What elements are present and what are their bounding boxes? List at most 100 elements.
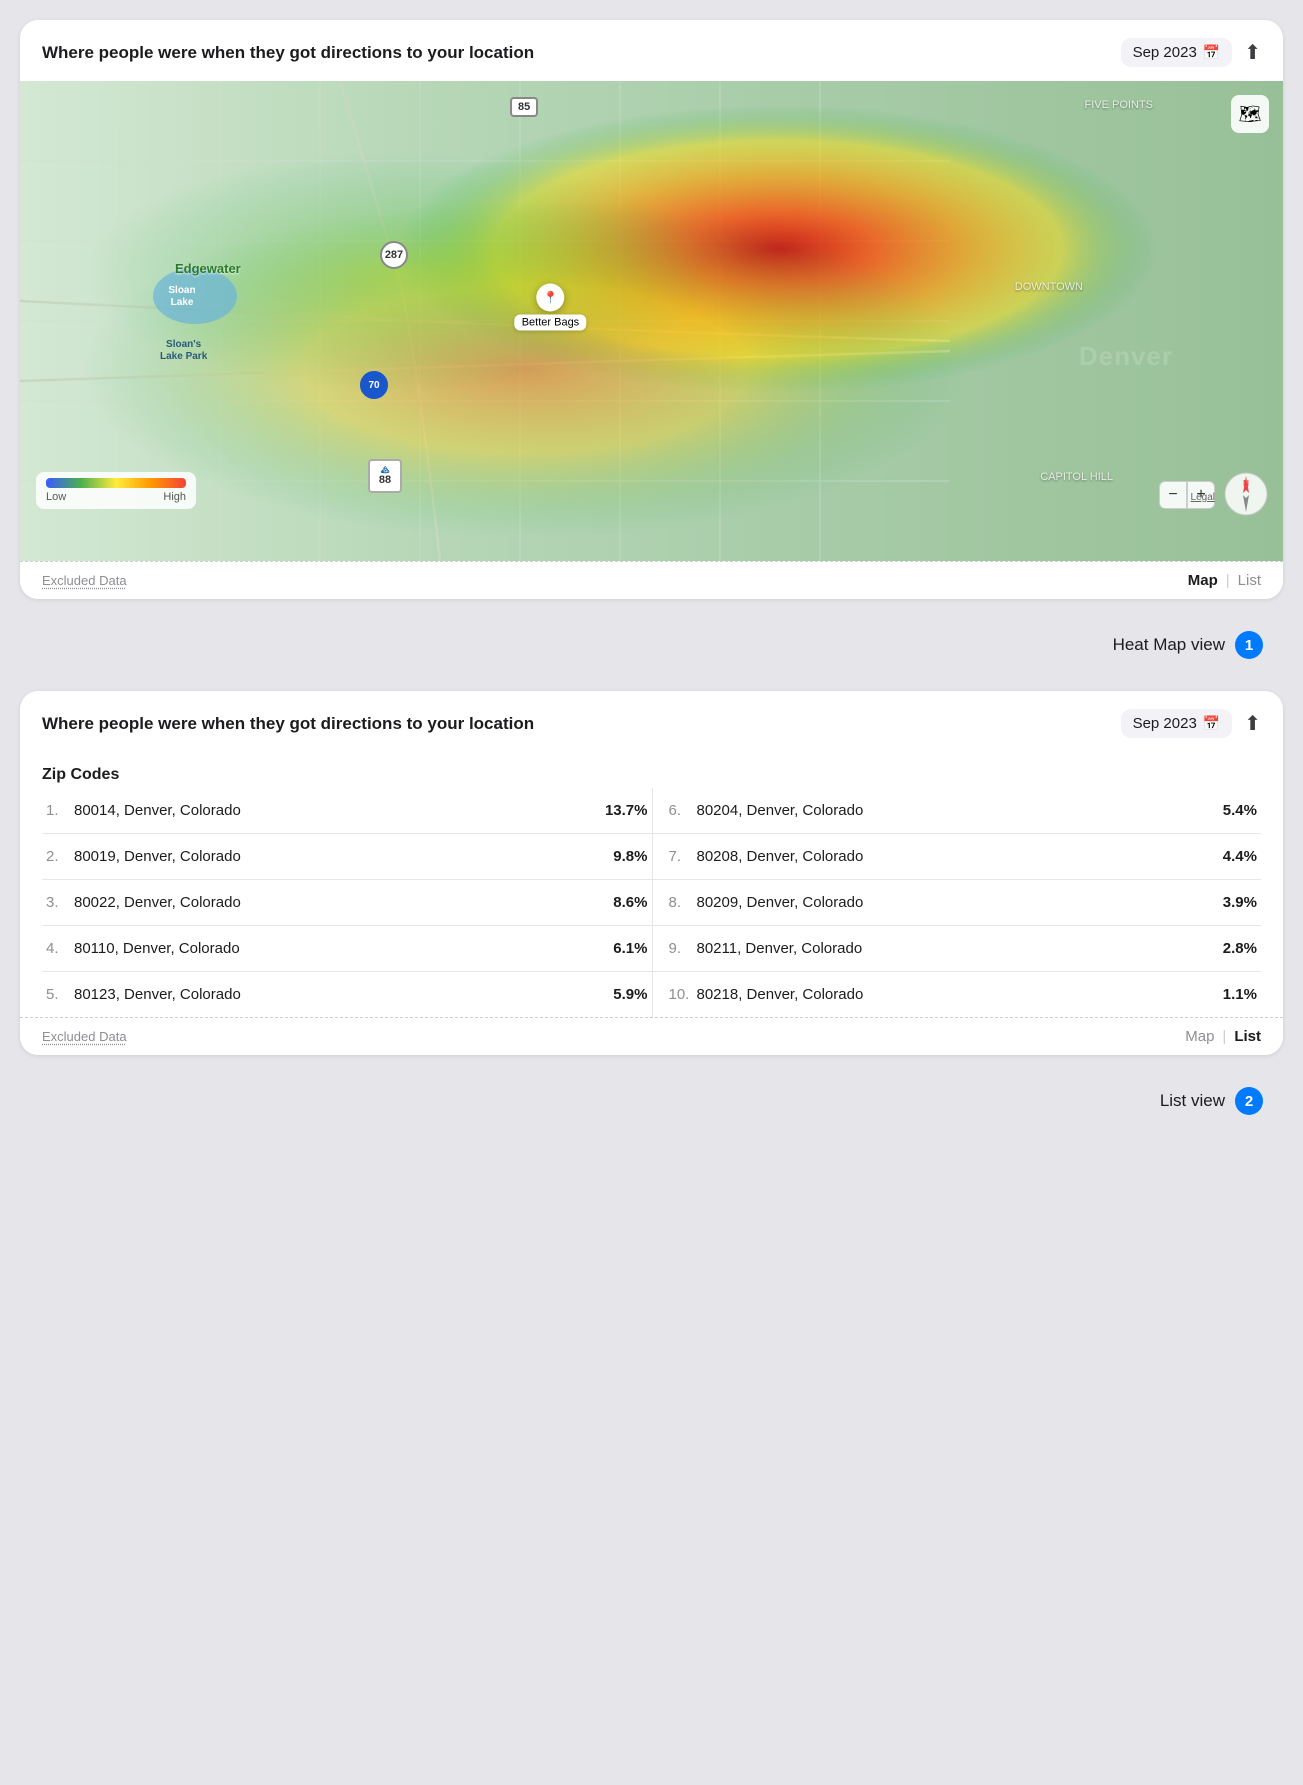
zip-pct: 1.1%	[1223, 986, 1257, 1003]
zip-cell-left: 2. 80019, Denver, Colorado 9.8%	[42, 834, 652, 879]
export-button[interactable]: ⬆	[1244, 40, 1261, 65]
zip-rank: 9.	[669, 940, 697, 957]
date-picker[interactable]: Sep 2023 📅	[1121, 38, 1233, 67]
pin-circle: 📍	[536, 283, 564, 311]
excluded-data-bottom[interactable]: Excluded Data	[42, 1029, 127, 1044]
location-pin: 📍 Better Bags	[515, 283, 586, 330]
zip-name: 80110, Denver, Colorado	[74, 940, 605, 957]
map-svg: Sloan Lake	[20, 81, 1283, 561]
zip-pct: 4.4%	[1223, 848, 1257, 865]
sloan-lake-park-label: Sloan'sLake Park	[160, 339, 207, 363]
highway-70-shield: 70	[360, 371, 388, 399]
top-card-header: Where people were when they got directio…	[20, 20, 1283, 81]
zip-rank: 3.	[46, 894, 74, 911]
table-row: 5. 80123, Denver, Colorado 5.9% 10. 8021…	[42, 972, 1261, 1017]
zip-table: 1. 80014, Denver, Colorado 13.7% 6. 8020…	[42, 788, 1261, 1017]
zip-rank: 6.	[669, 802, 697, 819]
zip-pct: 9.8%	[613, 848, 647, 865]
bottom-card-header: Where people were when they got directio…	[20, 691, 1283, 752]
top-card-header-right: Sep 2023 📅 ⬆	[1121, 38, 1261, 67]
heatmap-legend: Low High	[36, 472, 196, 509]
five-points-label: FIVE POINTS	[1085, 99, 1153, 111]
highway-287-shield: 287	[380, 241, 408, 269]
calendar-icon-bottom: 📅	[1203, 715, 1220, 732]
zip-cell-right: 6. 80204, Denver, Colorado 5.4%	[652, 788, 1262, 833]
legend-low-label: Low	[46, 491, 66, 503]
zip-cell-right: 10. 80218, Denver, Colorado 1.1%	[652, 972, 1262, 1017]
zip-pct: 2.8%	[1223, 940, 1257, 957]
svg-text:N: N	[1243, 479, 1249, 488]
zip-pct: 5.4%	[1223, 802, 1257, 819]
zip-pct: 13.7%	[605, 802, 648, 819]
legend-high-label: High	[163, 491, 186, 503]
zip-cell-left: 3. 80022, Denver, Colorado 8.6%	[42, 880, 652, 925]
excluded-data-top[interactable]: Excluded Data	[42, 573, 127, 588]
map-view-button-top[interactable]: Map	[1188, 572, 1218, 589]
callout-heatmap: Heat Map view 1	[20, 623, 1283, 667]
legend-gradient-bar	[46, 478, 186, 488]
zip-pct: 3.9%	[1223, 894, 1257, 911]
zip-rank: 4.	[46, 940, 74, 957]
list-view-button-bottom[interactable]: List	[1234, 1028, 1261, 1045]
callout-list-text: List view	[1160, 1091, 1225, 1111]
heat-map[interactable]: Sloan Lake Denver FIVE POINTS DOWNTOWN C…	[20, 81, 1283, 561]
zip-rank: 8.	[669, 894, 697, 911]
zip-cell-left: 4. 80110, Denver, Colorado 6.1%	[42, 926, 652, 971]
zip-cell-right: 7. 80208, Denver, Colorado 4.4%	[652, 834, 1262, 879]
date-label: Sep 2023	[1133, 44, 1197, 61]
view-toggle-bottom: Map | List	[1185, 1028, 1261, 1045]
legal-link[interactable]: Legal	[1191, 492, 1215, 503]
zip-codes-header: Zip Codes	[42, 766, 1261, 784]
zip-cell-left: 5. 80123, Denver, Colorado 5.9%	[42, 972, 652, 1017]
zip-name: 80014, Denver, Colorado	[74, 802, 597, 819]
zip-rank: 7.	[669, 848, 697, 865]
callout-list-badge: 2	[1235, 1087, 1263, 1115]
zip-cell-left: 1. 80014, Denver, Colorado 13.7%	[42, 788, 652, 833]
bottom-card-footer: Excluded Data Map | List	[20, 1017, 1283, 1055]
edgewater-label: Edgewater	[175, 261, 241, 276]
callout-heatmap-badge: 1	[1235, 631, 1263, 659]
zip-codes-section: Zip Codes 1. 80014, Denver, Colorado 13.…	[20, 752, 1283, 1017]
table-row: 4. 80110, Denver, Colorado 6.1% 9. 80211…	[42, 926, 1261, 972]
map-type-button[interactable]: 🗺	[1231, 95, 1269, 133]
table-row: 2. 80019, Denver, Colorado 9.8% 7. 80208…	[42, 834, 1261, 880]
business-name-label: Better Bags	[515, 314, 586, 330]
zip-cell-right: 8. 80209, Denver, Colorado 3.9%	[652, 880, 1262, 925]
table-row: 1. 80014, Denver, Colorado 13.7% 6. 8020…	[42, 788, 1261, 834]
callout-heatmap-text: Heat Map view	[1113, 635, 1225, 655]
zip-name: 80123, Denver, Colorado	[74, 986, 605, 1003]
denver-label: Denver	[1079, 341, 1173, 372]
bottom-card-title: Where people were when they got directio…	[42, 714, 534, 734]
zip-name: 80019, Denver, Colorado	[74, 848, 605, 865]
zip-rank: 1.	[46, 802, 74, 819]
zip-name: 80218, Denver, Colorado	[697, 986, 1215, 1003]
callout-list: List view 2	[20, 1079, 1283, 1123]
compass: N	[1223, 471, 1269, 517]
zip-rank: 10.	[669, 986, 697, 1003]
top-card-footer: Excluded Data Map | List	[20, 561, 1283, 599]
bottom-card-header-right: Sep 2023 📅 ⬆	[1121, 709, 1261, 738]
date-label-bottom: Sep 2023	[1133, 715, 1197, 732]
zip-rank: 2.	[46, 848, 74, 865]
date-picker-bottom[interactable]: Sep 2023 📅	[1121, 709, 1233, 738]
top-card: Where people were when they got directio…	[20, 20, 1283, 599]
zip-rank: 5.	[46, 986, 74, 1003]
zip-name: 80204, Denver, Colorado	[697, 802, 1215, 819]
export-button-bottom[interactable]: ⬆	[1244, 711, 1261, 736]
calendar-icon: 📅	[1203, 44, 1220, 61]
zip-name: 80209, Denver, Colorado	[697, 894, 1215, 911]
svg-text:Lake: Lake	[171, 297, 194, 308]
zip-pct: 6.1%	[613, 940, 647, 957]
legend-labels: Low High	[46, 491, 186, 503]
list-view-button-top[interactable]: List	[1238, 572, 1261, 589]
view-toggle-top: Map | List	[1188, 572, 1261, 589]
top-card-title: Where people were when they got directio…	[42, 43, 534, 63]
zip-name: 80022, Denver, Colorado	[74, 894, 605, 911]
downtown-label: DOWNTOWN	[1015, 281, 1083, 293]
highway-88-shield: 🏔 88	[368, 459, 402, 493]
svg-text:Sloan: Sloan	[168, 285, 195, 296]
bottom-card: Where people were when they got directio…	[20, 691, 1283, 1055]
zoom-out-button[interactable]: −	[1159, 481, 1187, 509]
zip-name: 80211, Denver, Colorado	[697, 940, 1215, 957]
map-view-button-bottom[interactable]: Map	[1185, 1028, 1214, 1045]
